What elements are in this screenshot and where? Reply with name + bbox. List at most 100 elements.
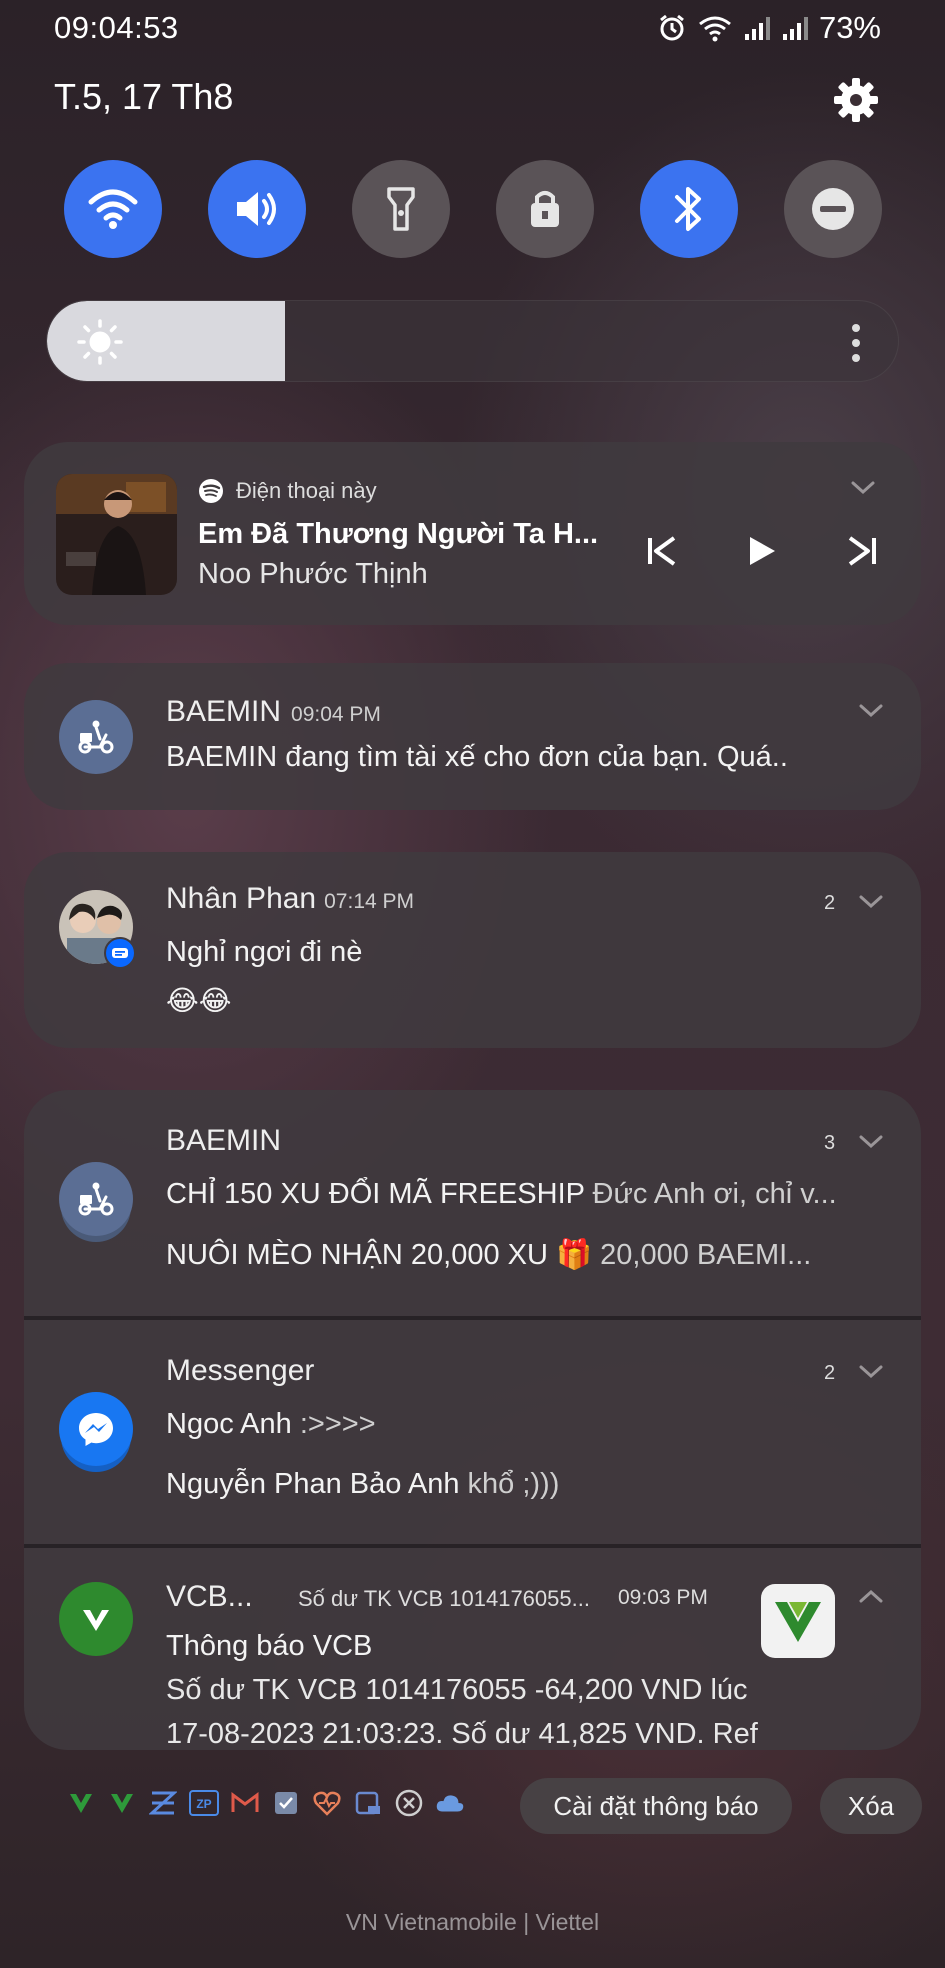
flashlight-icon xyxy=(387,187,415,231)
vcb-logo-thumbnail xyxy=(761,1584,835,1658)
tasks-check-icon xyxy=(271,1788,301,1818)
status-icons: 73% xyxy=(657,10,881,46)
cloud-icon xyxy=(435,1788,465,1818)
alarm-icon xyxy=(660,14,684,41)
do-not-disturb-icon xyxy=(812,188,854,230)
more-options-icon[interactable] xyxy=(850,323,862,363)
message-text: khổ ;))) xyxy=(459,1468,560,1500)
app-name: Messenger xyxy=(166,1354,315,1387)
notification-baemin-promo[interactable]: BAEMIN 3 CHỈ 150 XU ĐỔI MÃ FREESHIP Đức … xyxy=(24,1090,921,1314)
message-text: Nghỉ ngơi đi nè xyxy=(166,936,363,968)
chevron-down-icon[interactable] xyxy=(858,703,884,719)
x-app-icon xyxy=(148,1788,178,1818)
notification-vcb[interactable]: VCB... Số dư TK VCB 1014176055... 09:03 … xyxy=(24,1548,921,1750)
sound-toggle[interactable] xyxy=(208,160,306,258)
message-row: Nguyễn Phan Bảo Anh khổ ;))) xyxy=(166,1468,559,1501)
lock-rotation-icon xyxy=(531,191,559,227)
message-sender: Ngoc Anh xyxy=(166,1408,292,1440)
message-sender: Nguyễn Phan Bảo Anh xyxy=(166,1468,460,1500)
notification-messenger[interactable]: Messenger 2 Ngoc Anh :>>>> Nguyễn Phan B… xyxy=(24,1320,921,1542)
health-heart-icon xyxy=(312,1788,342,1818)
vcb-small-icon xyxy=(66,1788,96,1818)
notification-time: 09:04 PM xyxy=(291,703,381,726)
media-source: Điện thoại này xyxy=(198,478,377,504)
media-artist: Noo Phước Thịnh xyxy=(198,558,428,590)
chevron-up-icon[interactable] xyxy=(858,1588,884,1604)
notification-zalo-nhan-phan[interactable]: Nhân Phan 07:14 PM 2 Nghỉ ngơi đi nè 😂😂 xyxy=(24,852,921,1048)
message-row: CHỈ 150 XU ĐỔI MÃ FREESHIP Đức Anh ơi, c… xyxy=(166,1178,837,1211)
wifi-toggle[interactable] xyxy=(64,160,162,258)
notification-time: 09:03 PM xyxy=(618,1586,708,1609)
notification-group: BAEMIN 3 CHỈ 150 XU ĐỔI MÃ FREESHIP Đức … xyxy=(24,1090,921,1750)
gmail-icon xyxy=(230,1788,260,1818)
wifi-icon xyxy=(88,189,138,229)
quick-settings-row xyxy=(64,160,884,258)
album-art xyxy=(56,474,177,595)
baemin-scooter-icon xyxy=(59,700,133,774)
chevron-down-icon[interactable] xyxy=(858,1364,884,1380)
message-title: CHỈ 150 XU ĐỔI MÃ FREESHIP xyxy=(166,1178,585,1210)
media-source-label: Điện thoại này xyxy=(236,478,377,503)
sender-name: Nhân Phan xyxy=(166,882,317,915)
notification-icon-tray: ZP xyxy=(66,1788,465,1818)
bluetooth-toggle[interactable] xyxy=(640,160,738,258)
cell-signal-1-icon xyxy=(744,17,770,40)
chevron-down-icon[interactable] xyxy=(850,480,876,496)
status-bar: 09:04:53 73% xyxy=(0,0,945,60)
status-clock: 09:04:53 xyxy=(54,10,179,45)
carrier-label: VN Vietnamobile | Viettel xyxy=(345,1909,600,1935)
brightness-slider[interactable] xyxy=(46,300,899,382)
media-player-card[interactable]: Điện thoại này Em Đã Thương Người Ta H..… xyxy=(24,442,921,625)
dnd-toggle[interactable] xyxy=(784,160,882,258)
zalo-badge-icon xyxy=(104,937,136,969)
message-row: Ngoc Anh :>>>> xyxy=(166,1408,376,1441)
baemin-scooter-icon xyxy=(59,1162,133,1236)
vcb-icon xyxy=(59,1582,133,1656)
message-title: NUÔI MÈO NHẬN 20,000 XU xyxy=(166,1239,548,1271)
clear-all-button[interactable]: Xóa xyxy=(820,1778,922,1834)
notification-time: 07:14 PM xyxy=(324,890,415,913)
messenger-icon xyxy=(59,1392,133,1466)
battery-percent: 73% xyxy=(818,10,881,45)
notification-title: Thông báo VCB xyxy=(166,1630,373,1662)
next-track-icon[interactable] xyxy=(846,534,880,568)
notification-count: 3 xyxy=(824,1132,836,1154)
volume-icon xyxy=(237,192,276,226)
play-icon[interactable] xyxy=(744,534,778,568)
notification-baemin-driver[interactable]: BAEMIN 09:04 PM BAEMIN đang tìm tài xế ch… xyxy=(24,663,921,810)
date-label: T.5, 17 Th8 xyxy=(54,76,234,117)
message-row: NUÔI MÈO NHẬN 20,000 XU 🎁 20,000 BAEMI..… xyxy=(166,1238,811,1272)
notification-header: BAEMIN 09:04 PM xyxy=(166,695,381,729)
notification-text: BAEMIN đang tìm tài xế cho đơn của bạn. … xyxy=(166,741,788,773)
chevron-down-icon[interactable] xyxy=(858,894,884,910)
notification-count: 2 xyxy=(824,1362,836,1384)
message-text: Đức Anh ơi, chỉ v... xyxy=(584,1178,837,1210)
rotation-lock-toggle[interactable] xyxy=(496,160,594,258)
message-text: 🎁 20,000 BAEMI... xyxy=(547,1239,812,1271)
notification-body-line: 17-08-2023 21:03:23. Số dư 41,825 VND. R… xyxy=(166,1718,758,1750)
app-name: BAEMIN xyxy=(166,695,282,728)
app-name: BAEMIN xyxy=(166,1124,282,1157)
settings-gear-icon[interactable] xyxy=(830,74,882,126)
brightness-sun-icon xyxy=(77,319,123,365)
bluetooth-icon xyxy=(675,187,701,231)
notification-count: 2 xyxy=(824,892,836,914)
svg-text:ZP: ZP xyxy=(196,1797,211,1811)
chevron-down-icon[interactable] xyxy=(858,1134,884,1150)
circle-x-icon xyxy=(394,1788,424,1818)
previous-track-icon[interactable] xyxy=(644,534,678,568)
card-app-icon xyxy=(353,1788,383,1818)
wifi-signal-icon xyxy=(699,16,731,42)
notification-body-line: Số dư TK VCB 1014176055 -64,200 VND lúc xyxy=(166,1674,748,1706)
media-title: Em Đã Thương Người Ta H... xyxy=(198,518,599,550)
app-name: VCB... xyxy=(166,1580,253,1613)
notification-subtitle: Số dư TK VCB 1014176055... xyxy=(298,1586,590,1611)
zalopay-icon: ZP xyxy=(189,1788,219,1818)
message-emoji: 😂😂 xyxy=(166,985,232,1016)
flashlight-toggle[interactable] xyxy=(352,160,450,258)
cell-signal-2-icon xyxy=(782,17,808,40)
spotify-icon xyxy=(199,479,223,503)
vcb-small-icon xyxy=(107,1788,137,1818)
notification-settings-button[interactable]: Cài đặt thông báo xyxy=(520,1778,792,1834)
notification-header: Nhân Phan 07:14 PM xyxy=(166,882,414,916)
